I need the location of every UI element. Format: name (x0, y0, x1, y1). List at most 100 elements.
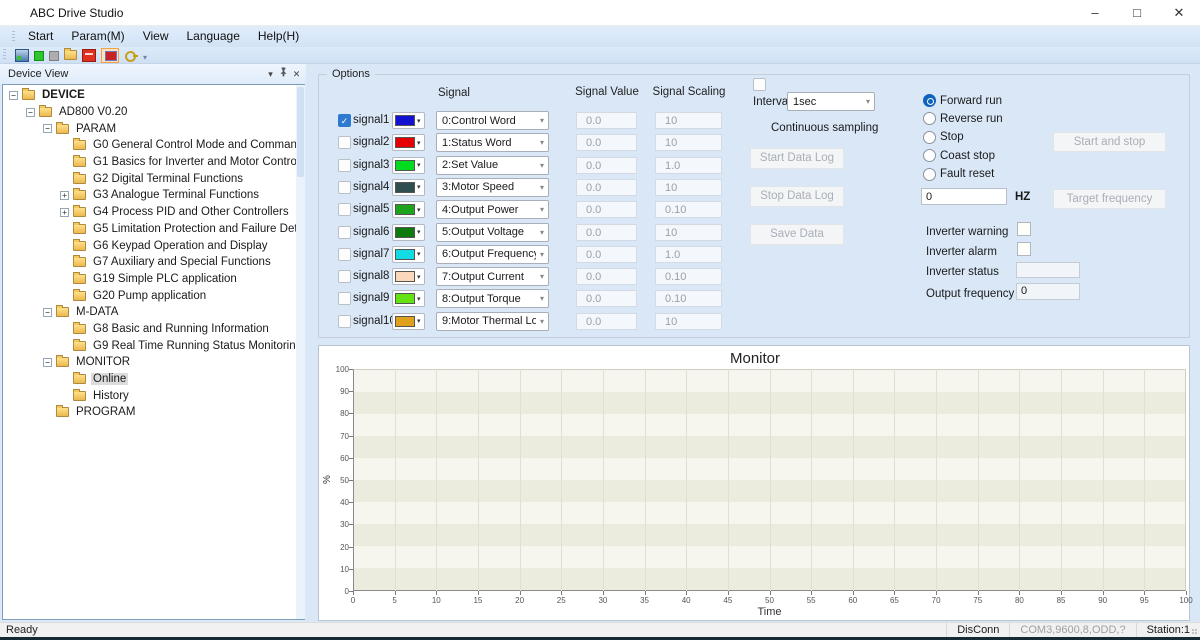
tree-expand-icon[interactable]: − (26, 108, 35, 117)
toolbar-overflow-icon[interactable]: ▾ (143, 53, 147, 62)
tree-expand-icon[interactable]: + (60, 191, 69, 200)
gridline (936, 369, 937, 591)
tree-item-g4-process-pid-and-other-controllers[interactable]: +G4 Process PID and Other Controllers (3, 204, 304, 221)
save-data-button[interactable]: Save Data (750, 224, 844, 245)
signal-select[interactable]: 0:Control Word▾ (436, 111, 549, 130)
signal-checkbox[interactable] (338, 203, 351, 216)
tree-item-g7-auxiliary-and-special-functions[interactable]: G7 Auxiliary and Special Functions (3, 254, 304, 271)
color-dropdown[interactable]: ▾ (392, 134, 425, 151)
connect-icon[interactable] (34, 51, 44, 61)
radio-button[interactable] (923, 94, 936, 107)
run-mode-stop[interactable]: Stop (923, 130, 964, 145)
target-frequency-button[interactable]: Target frequency (1053, 189, 1166, 209)
tree-item-g3-analogue-terminal-functions[interactable]: +G3 Analogue Terminal Functions (3, 187, 304, 204)
tree-item-g2-digital-terminal-functions[interactable]: G2 Digital Terminal Functions (3, 170, 304, 187)
signal-select[interactable]: 8:Output Torque▾ (436, 289, 549, 308)
tree-scrollbar-thumb[interactable] (297, 87, 304, 177)
menu-item-help-h[interactable]: Help(H) (249, 26, 308, 47)
menu-item-language[interactable]: Language (177, 26, 248, 47)
monitor-icon[interactable] (101, 48, 119, 63)
tree-item-param[interactable]: −PARAM (3, 120, 304, 137)
signal-value: 0.0 (576, 268, 637, 285)
color-dropdown[interactable]: ▾ (392, 313, 425, 330)
close-button[interactable]: ✕ (1158, 0, 1200, 26)
stop-data-log-button[interactable]: Stop Data Log (750, 186, 844, 207)
radio-button[interactable] (923, 131, 936, 144)
menu-item-view[interactable]: View (134, 26, 178, 47)
y-axis-tick (349, 591, 353, 592)
open-icon[interactable] (15, 49, 29, 62)
run-mode-reverse-run[interactable]: Reverse run (923, 111, 1003, 126)
signal-checkbox[interactable] (338, 270, 351, 283)
start-and-stop-button[interactable]: Start and stop (1053, 132, 1166, 152)
tree-expand-icon[interactable]: + (60, 208, 69, 217)
signal-checkbox[interactable] (338, 159, 351, 172)
tree-expand-icon[interactable]: − (43, 308, 52, 317)
run-mode-forward-run[interactable]: Forward run (923, 93, 1002, 108)
maximize-button[interactable]: □ (1116, 0, 1158, 26)
close-panel-icon[interactable]: ✕ (290, 64, 303, 84)
tree-item-ad800-v0-20[interactable]: −AD800 V0.20 (3, 104, 304, 121)
color-dropdown[interactable]: ▾ (392, 290, 425, 307)
tree-item-g19-simple-plc-application[interactable]: G19 Simple PLC application (3, 271, 304, 288)
tree-expand-icon[interactable]: − (9, 91, 18, 100)
signal-checkbox[interactable] (338, 292, 351, 305)
minimize-button[interactable]: – (1074, 0, 1116, 26)
color-dropdown[interactable]: ▾ (392, 112, 425, 129)
color-dropdown[interactable]: ▾ (392, 179, 425, 196)
color-dropdown[interactable]: ▾ (392, 201, 425, 218)
menu-item-param-m[interactable]: Param(M) (62, 26, 133, 47)
tree-item-g8-basic-and-running-information[interactable]: G8 Basic and Running Information (3, 321, 304, 338)
tree-item-online[interactable]: Online (3, 371, 304, 388)
signal-checkbox[interactable] (338, 181, 351, 194)
tree-expand-icon[interactable]: − (43, 358, 52, 367)
color-dropdown[interactable]: ▾ (392, 224, 425, 241)
interval-select[interactable]: 1sec ▾ (787, 92, 875, 111)
tree-item-g0-general-control-mode-and-commands[interactable]: G0 General Control Mode and Commands (3, 137, 304, 154)
tree-item-g5-limitation-protection-and-failure-detection[interactable]: G5 Limitation Protection and Failure Det… (3, 221, 304, 238)
tree-item-g20-pump-application[interactable]: G20 Pump application (3, 287, 304, 304)
folder-icon[interactable] (64, 50, 77, 60)
continuous-sampling-checkbox[interactable] (753, 78, 766, 91)
tree-expand-icon[interactable]: − (43, 124, 52, 133)
tree-item-program[interactable]: PROGRAM (3, 404, 304, 421)
radio-button[interactable] (923, 149, 936, 162)
signal-checkbox[interactable] (338, 136, 351, 149)
tree-item-device[interactable]: −DEVICE (3, 87, 304, 104)
radio-button[interactable] (923, 112, 936, 125)
signal-checkbox[interactable]: ✓ (338, 114, 351, 127)
signal-select[interactable]: 2:Set Value▾ (436, 156, 549, 175)
signal-select[interactable]: 6:Output Frequency▾ (436, 245, 549, 264)
run-mode-fault-reset[interactable]: Fault reset (923, 167, 994, 182)
signal-select[interactable]: 1:Status Word▾ (436, 133, 549, 152)
tree-item-monitor[interactable]: −MONITOR (3, 354, 304, 371)
device-display-icon[interactable] (82, 49, 96, 62)
menu-item-start[interactable]: Start (19, 26, 62, 47)
start-data-log-button[interactable]: Start Data Log (750, 148, 844, 169)
signal-select[interactable]: 3:Motor Speed▾ (436, 178, 549, 197)
color-dropdown[interactable]: ▾ (392, 246, 425, 263)
tree-item-m-data[interactable]: −M-DATA (3, 304, 304, 321)
help-key-icon[interactable] (124, 49, 138, 62)
signal-checkbox[interactable] (338, 248, 351, 261)
tree-item-g9-real-time-running-status-monitoring[interactable]: G9 Real Time Running Status Monitoring (3, 337, 304, 354)
signal-select[interactable]: 7:Output Current▾ (436, 267, 549, 286)
signal-select[interactable]: 5:Output Voltage▾ (436, 223, 549, 242)
signal-select[interactable]: 4:Output Power▾ (436, 200, 549, 219)
resize-grip[interactable] (1192, 629, 1198, 635)
run-mode-coast-stop[interactable]: Coast stop (923, 148, 995, 163)
tree-item-g1-basics-for-inverter-and-motor-control[interactable]: G1 Basics for Inverter and Motor Control (3, 154, 304, 171)
color-dropdown[interactable]: ▾ (392, 268, 425, 285)
signal-checkbox[interactable] (338, 315, 351, 328)
disconnect-icon[interactable] (49, 51, 59, 61)
color-dropdown[interactable]: ▾ (392, 157, 425, 174)
frequency-input[interactable] (921, 188, 1007, 205)
signal-select[interactable]: 9:Motor Thermal Load▾ (436, 312, 549, 331)
signal-checkbox[interactable] (338, 226, 351, 239)
radio-button[interactable] (923, 168, 936, 181)
tree-scrollbar[interactable] (296, 85, 305, 619)
tree-item-g6-keypad-operation-and-display[interactable]: G6 Keypad Operation and Display (3, 237, 304, 254)
chevron-down-icon[interactable]: ▾ (264, 64, 277, 84)
tree-item-history[interactable]: History (3, 387, 304, 404)
pin-icon[interactable] (277, 64, 290, 84)
